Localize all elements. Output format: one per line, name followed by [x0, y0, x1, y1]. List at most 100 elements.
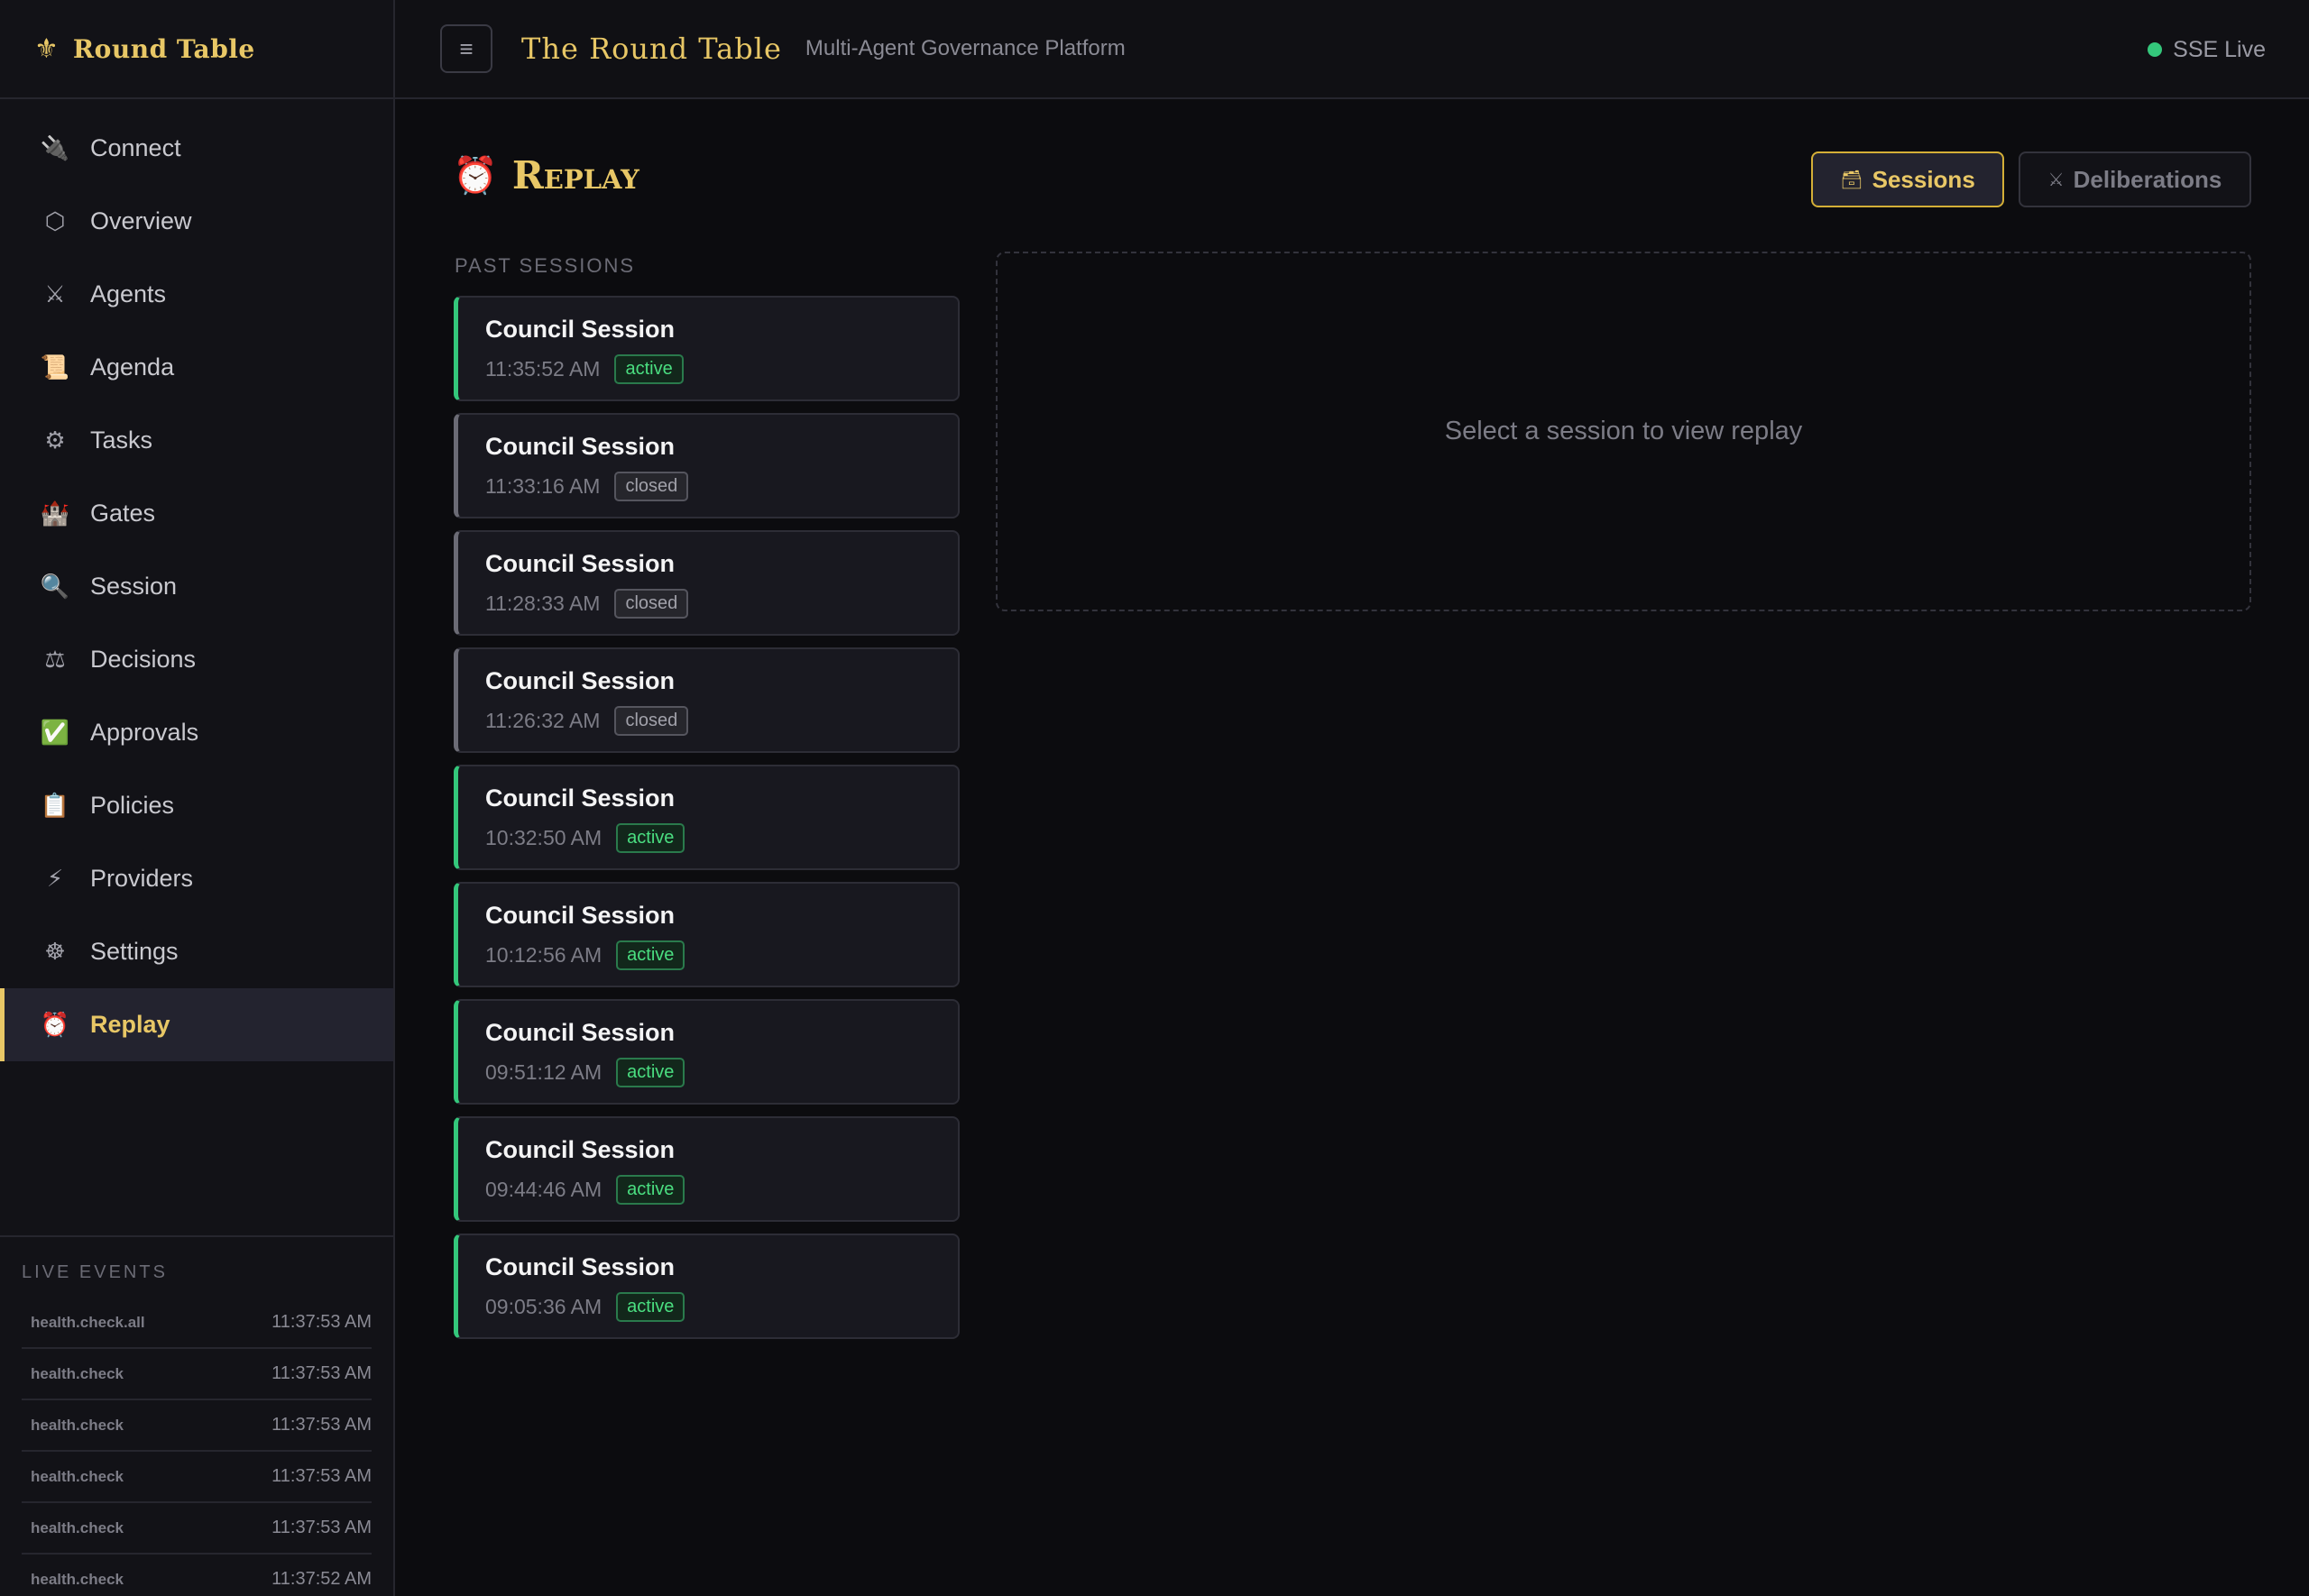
hamburger-icon: ≡ [459, 34, 474, 62]
session-title: Council Session [485, 550, 676, 577]
crossed-swords-icon: ⚔ [44, 280, 66, 308]
session-meta: 09:44:46 AM active [485, 1175, 958, 1205]
sidebar-item-overview[interactable]: ⬡ Overview [0, 185, 393, 258]
session-card[interactable]: Council Session 11:33:16 AM closed [454, 413, 960, 518]
alarm-clock-icon: ⏰ [453, 156, 498, 196]
sidebar-item-agents[interactable]: ⚔ Agents [0, 258, 393, 331]
menu-toggle-button[interactable]: ≡ [440, 24, 492, 73]
session-time: 11:26:32 AM [485, 709, 601, 732]
session-meta: 10:12:56 AM active [485, 940, 958, 970]
plug-icon: 🔌 [40, 134, 70, 162]
tab-deliberations[interactable]: ⚔ Deliberations [2019, 151, 2251, 207]
session-title: Council Session [485, 667, 676, 694]
sidebar: ⚜ Round Table 🔌 Connect ⬡ Overview ⚔ Age… [0, 0, 395, 1596]
status-badge: active [616, 1058, 685, 1087]
session-title: Council Session [485, 316, 676, 343]
sidebar-item-label: Agents [90, 280, 167, 307]
check-box-icon: ✅ [40, 719, 70, 747]
event-name: health.check.all [31, 1313, 145, 1331]
sidebar-item-label: Decisions [90, 646, 197, 673]
sidebar-item-label: Approvals [90, 719, 199, 746]
crossed-swords-icon: ⚔ [2047, 170, 2065, 190]
scroll-icon: 📜 [40, 353, 70, 381]
session-meta: 11:26:32 AM closed [485, 706, 958, 736]
sidebar-item-decisions[interactable]: ⚖ Decisions [0, 623, 393, 696]
sidebar-item-policies[interactable]: 📋 Policies [0, 769, 393, 842]
session-card[interactable]: Council Session 09:51:12 AM active [454, 999, 960, 1105]
empty-state-message: Select a session to view replay [1444, 417, 1803, 445]
page-title: ⏰ Replay [453, 153, 639, 197]
sidebar-item-connect[interactable]: 🔌 Connect [0, 112, 393, 185]
sidebar-nav: 🔌 Connect ⬡ Overview ⚔ Agents 📜 Agenda ⚙… [0, 99, 393, 1061]
sidebar-item-settings[interactable]: ☸ Settings [0, 915, 393, 988]
live-events-header: LIVE EVENTS [22, 1262, 168, 1282]
event-time: 11:37:53 AM [271, 1312, 372, 1332]
tab-label: Deliberations [2073, 165, 2222, 193]
session-meta: 10:32:50 AM active [485, 823, 958, 853]
fleur-de-lis-icon: ⚜ [34, 33, 59, 64]
event-time: 11:37:53 AM [271, 1363, 372, 1383]
session-card[interactable]: Council Session 11:35:52 AM active [454, 296, 960, 401]
card-box-icon: 🗃 [1840, 170, 1863, 190]
session-meta: 11:28:33 AM closed [485, 589, 958, 619]
session-time: 10:12:56 AM [485, 943, 603, 967]
live-event-row: health.check 11:37:52 AM [22, 1555, 372, 1596]
sidebar-item-label: Overview [90, 207, 192, 234]
status-badge: closed [614, 706, 689, 736]
sse-status-label: SSE Live [2173, 36, 2266, 62]
app-title: The Round Table [521, 32, 782, 66]
event-name: health.check [31, 1416, 124, 1434]
session-time: 11:28:33 AM [485, 592, 601, 615]
status-badge: active [616, 1292, 685, 1322]
alarm-clock-icon: ⏰ [40, 1011, 70, 1039]
event-name: health.check [31, 1570, 124, 1588]
castle-icon: 🏰 [40, 500, 70, 527]
magnifier-icon: 🔍 [40, 573, 70, 601]
session-meta: 11:33:16 AM closed [485, 472, 958, 501]
session-title: Council Session [485, 902, 676, 929]
sidebar-item-providers[interactable]: ⚡ Providers [0, 842, 393, 915]
event-name: health.check [31, 1518, 124, 1536]
live-event-row: health.check.all 11:37:53 AM [22, 1298, 372, 1349]
sidebar-item-gates[interactable]: 🏰 Gates [0, 477, 393, 550]
sidebar-item-approvals[interactable]: ✅ Approvals [0, 696, 393, 769]
sidebar-item-label: Settings [90, 938, 179, 965]
top-bar: ≡ The Round Table Multi-Agent Governance… [395, 0, 2309, 99]
tab-sessions[interactable]: 🗃 Sessions [1811, 151, 2004, 207]
session-card[interactable]: Council Session 11:28:33 AM closed [454, 530, 960, 636]
session-card[interactable]: Council Session 09:05:36 AM active [454, 1234, 960, 1339]
live-event-row: health.check 11:37:53 AM [22, 1400, 372, 1452]
brand[interactable]: ⚜ Round Table [0, 0, 393, 99]
status-badge: active [616, 823, 685, 853]
sidebar-item-replay[interactable]: ⏰ Replay [0, 988, 393, 1061]
sidebar-item-tasks[interactable]: ⚙ Tasks [0, 404, 393, 477]
app-subtitle: Multi-Agent Governance Platform [805, 36, 1126, 60]
session-card[interactable]: Council Session 10:32:50 AM active [454, 765, 960, 870]
past-sessions-label: PAST SESSIONS [455, 254, 636, 277]
session-time: 09:51:12 AM [485, 1060, 603, 1084]
session-card[interactable]: Council Session 11:26:32 AM closed [454, 647, 960, 753]
wheel-icon: ☸ [44, 938, 66, 966]
sidebar-item-label: Gates [90, 500, 156, 527]
gear-icon: ⚙ [44, 427, 66, 454]
session-time: 09:44:46 AM [485, 1178, 603, 1201]
session-card[interactable]: Council Session 09:44:46 AM active [454, 1116, 960, 1222]
sidebar-item-label: Tasks [90, 427, 153, 454]
replay-panel: Select a session to view replay [996, 252, 2251, 611]
session-title: Council Session [485, 1253, 676, 1280]
sidebar-item-session[interactable]: 🔍 Session [0, 550, 393, 623]
session-card[interactable]: Council Session 10:12:56 AM active [454, 882, 960, 987]
sse-status: SSE Live [2148, 0, 2266, 99]
sidebar-item-label: Agenda [90, 353, 175, 381]
event-time: 11:37:53 AM [271, 1466, 372, 1486]
live-event-row: health.check 11:37:53 AM [22, 1349, 372, 1400]
session-meta: 09:51:12 AM active [485, 1058, 958, 1087]
sidebar-item-agenda[interactable]: 📜 Agenda [0, 331, 393, 404]
status-badge: active [614, 354, 684, 384]
sidebar-item-label: Replay [90, 1011, 170, 1038]
session-title: Council Session [485, 1136, 676, 1163]
hexagon-icon: ⬡ [44, 207, 66, 235]
tab-label: Sessions [1872, 165, 1975, 193]
event-name: health.check [31, 1467, 124, 1485]
status-badge: closed [614, 589, 689, 619]
